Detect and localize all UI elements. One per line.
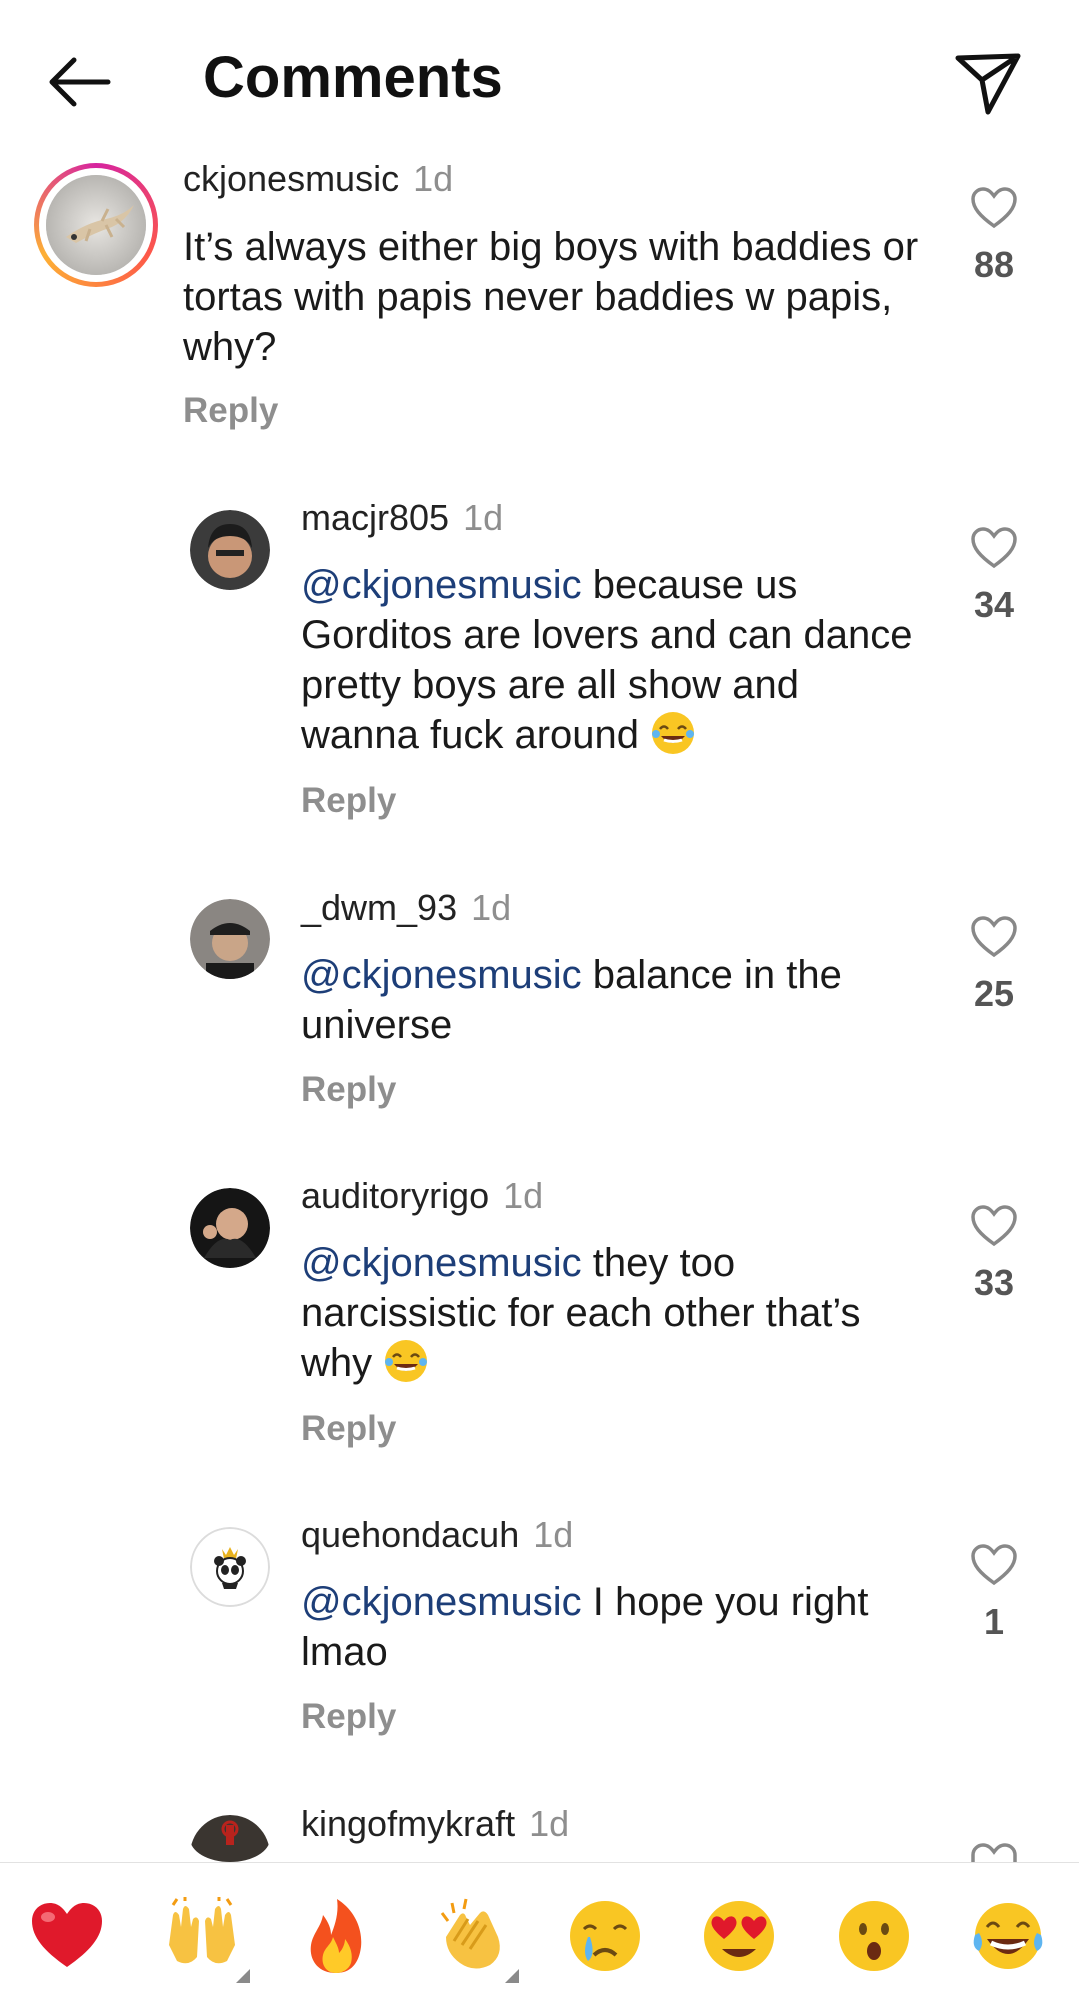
header: Comments xyxy=(0,0,1079,160)
comment-username[interactable]: ckjonesmusic xyxy=(183,158,399,199)
comment-text: @ckjonesmusic because us Gorditos are lo… xyxy=(301,563,913,757)
more-options-indicator xyxy=(505,1969,519,1983)
comment-username[interactable]: macjr805 xyxy=(301,497,449,538)
mention-link[interactable]: @ckjonesmusic xyxy=(301,563,582,607)
tears-of-joy-emoji-icon xyxy=(652,712,695,754)
like-count: 25 xyxy=(973,973,1015,1014)
tears-of-joy-emoji-icon xyxy=(385,1340,428,1382)
comment-time: 1d xyxy=(503,1175,544,1216)
like-heart-icon[interactable] xyxy=(970,1543,1018,1587)
surprised-face-icon[interactable] xyxy=(835,1897,913,1975)
like-heart-icon[interactable] xyxy=(970,915,1018,959)
raising-hands-icon[interactable] xyxy=(163,1897,241,1975)
heart-eyes-icon[interactable] xyxy=(700,1897,778,1975)
like-heart-icon[interactable] xyxy=(970,1204,1018,1248)
back-arrow-icon[interactable] xyxy=(44,52,116,112)
quick-reaction-bar xyxy=(0,1862,1079,1998)
comment-username[interactable]: kingofmykraft xyxy=(301,1803,515,1844)
comment-username[interactable]: quehondacuh xyxy=(301,1514,519,1555)
reply-button[interactable]: Reply xyxy=(183,391,278,431)
avatar[interactable] xyxy=(190,1527,270,1607)
more-options-indicator xyxy=(236,1969,250,1983)
reply-button[interactable]: Reply xyxy=(301,1070,396,1110)
like-count: 33 xyxy=(973,1262,1015,1303)
comment-text: @ckjonesmusic I hope you right lmao xyxy=(301,1580,869,1674)
comment-time: 1d xyxy=(529,1803,570,1844)
fire-icon[interactable] xyxy=(297,1897,375,1975)
avatar-story-ring[interactable] xyxy=(34,163,158,287)
comment-username[interactable]: _dwm_93 xyxy=(301,887,457,928)
comment-time: 1d xyxy=(463,497,504,538)
like-heart-icon[interactable] xyxy=(970,186,1018,230)
mention-link[interactable]: @ckjonesmusic xyxy=(301,1580,582,1624)
like-count: 1 xyxy=(983,1601,1005,1642)
avatar[interactable] xyxy=(190,510,270,590)
comment-text: It’s always either big boys with baddies… xyxy=(183,225,919,369)
reply-button[interactable]: Reply xyxy=(301,1409,396,1449)
clapping-hands-icon[interactable] xyxy=(432,1897,510,1975)
comment-text: @ckjonesmusic they too narcissistic for … xyxy=(301,1241,861,1385)
reply-button[interactable]: Reply xyxy=(301,781,396,821)
mention-link[interactable]: @ckjonesmusic xyxy=(301,1241,582,1285)
comment-time: 1d xyxy=(471,887,512,928)
send-icon[interactable] xyxy=(952,48,1024,118)
like-count: 34 xyxy=(973,584,1015,625)
avatar[interactable] xyxy=(190,899,270,979)
like-heart-icon[interactable] xyxy=(970,526,1018,570)
like-count: 88 xyxy=(973,244,1015,285)
red-heart-icon[interactable] xyxy=(28,1897,106,1975)
comment-time: 1d xyxy=(533,1514,574,1555)
comment-username[interactable]: auditoryrigo xyxy=(301,1175,489,1216)
mention-link[interactable]: @ckjonesmusic xyxy=(301,953,582,997)
reply-button[interactable]: Reply xyxy=(301,1697,396,1737)
avatar xyxy=(46,175,146,275)
avatar[interactable] xyxy=(190,1815,270,1862)
crying-face-icon[interactable] xyxy=(566,1897,644,1975)
comment-text: @ckjonesmusic balance in the universe xyxy=(301,953,842,1047)
comment-time: 1d xyxy=(413,158,454,199)
avatar[interactable] xyxy=(190,1188,270,1268)
tears-of-joy-icon[interactable] xyxy=(969,1897,1047,1975)
page-title: Comments xyxy=(203,45,503,110)
